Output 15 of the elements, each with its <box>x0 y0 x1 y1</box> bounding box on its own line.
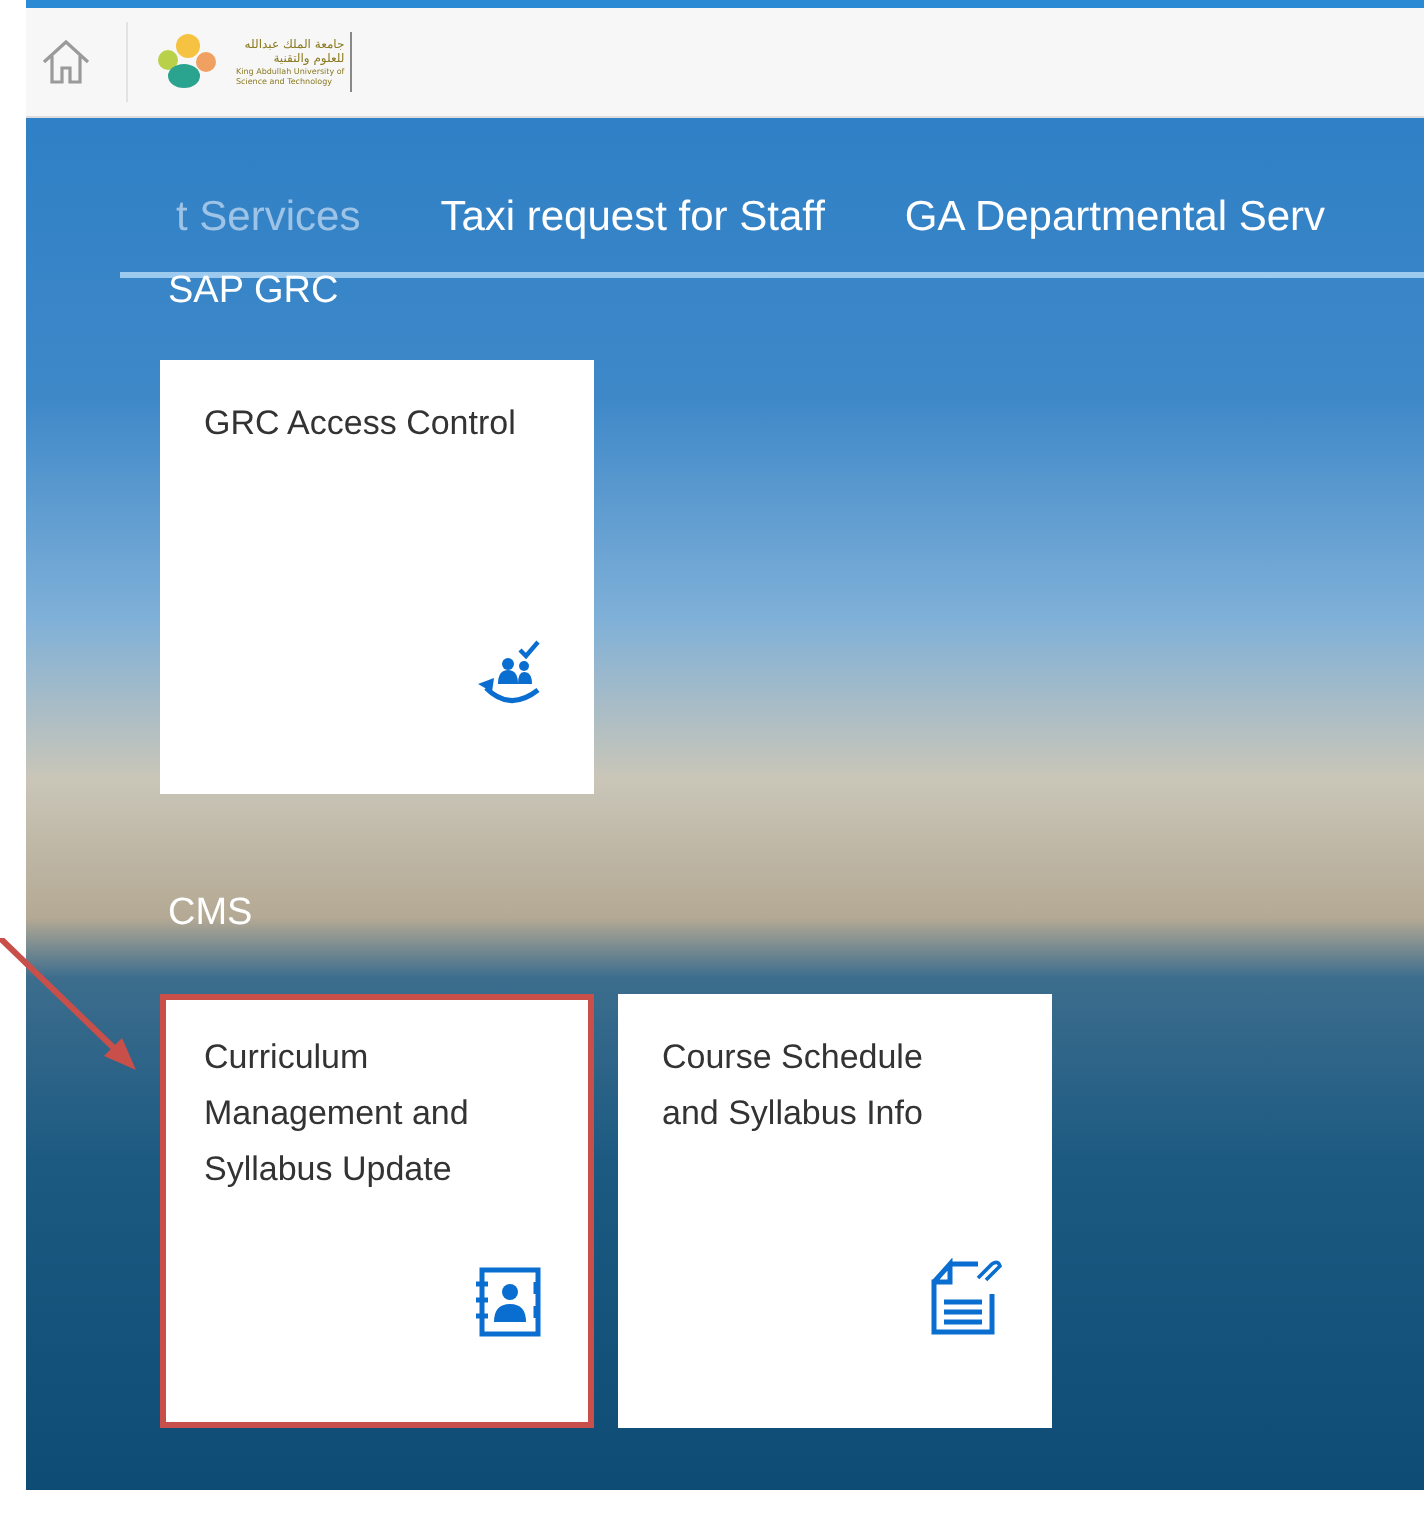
logo-icon <box>156 32 220 92</box>
app-tile[interactable]: Course Schedule and Syllabus Info <box>618 994 1052 1428</box>
people-check-icon <box>476 636 544 704</box>
tile-title: GRC Access Control <box>204 402 518 446</box>
home-icon[interactable] <box>38 34 94 90</box>
group-title: SAP GRC <box>168 270 341 314</box>
contact-book-icon <box>472 1266 544 1338</box>
tab[interactable]: Taxi request for Staff <box>440 188 825 248</box>
app-tile[interactable]: GRC Access Control <box>160 360 594 794</box>
tile-title: Curriculum Management and Syllabus Update <box>204 1036 471 1192</box>
document-clip-icon <box>926 1258 1002 1338</box>
tab[interactable]: GA Departmental Serv <box>904 188 1326 248</box>
app-tile[interactable]: Curriculum Management and Syllabus Update <box>160 994 594 1428</box>
tile-title: Course Schedule and Syllabus Info <box>662 1036 925 1136</box>
group-title: CMS <box>168 892 255 936</box>
